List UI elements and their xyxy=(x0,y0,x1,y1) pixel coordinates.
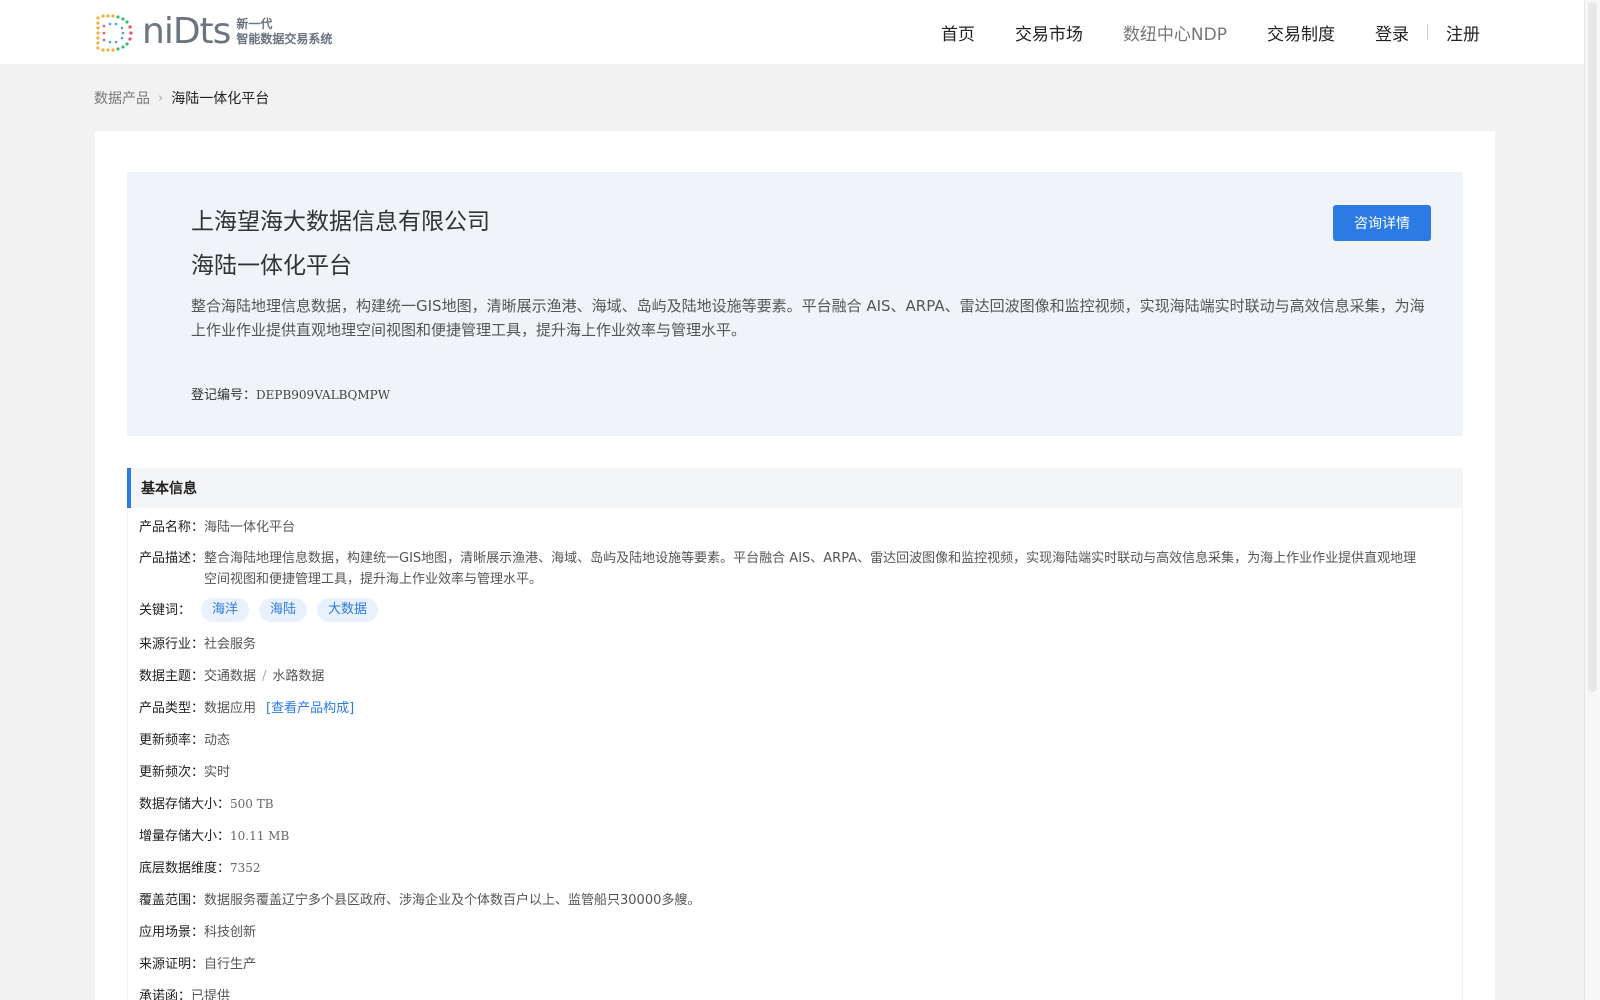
info-value: 科技创新 xyxy=(204,925,257,940)
info-value: 已提供 xyxy=(191,989,231,1000)
info-row-update-times: 更新频次： 实时 xyxy=(139,762,230,783)
info-label: 产品类型： xyxy=(139,701,205,716)
scrollbar-thumb[interactable] xyxy=(1588,2,1597,692)
info-row-source-industry: 来源行业： 社会服务 xyxy=(139,634,256,655)
info-value: 7352 xyxy=(230,861,261,875)
info-row-product-name: 产品名称： 海陆一体化平台 xyxy=(139,517,295,538)
logo-d-mark-icon xyxy=(96,14,133,52)
info-value: 动态 xyxy=(204,733,231,748)
basic-info-header: 基本信息 xyxy=(127,468,1463,508)
nav-ndp-center[interactable]: 数纽中心NDP xyxy=(1123,20,1227,45)
company-name: 上海望海大数据信息有限公司 xyxy=(191,209,490,235)
info-label: 更新频次： xyxy=(139,765,205,780)
info-label: 来源证明： xyxy=(139,957,205,972)
keyword-tag[interactable]: 大数据 xyxy=(317,598,379,622)
vertical-scrollbar[interactable] xyxy=(1584,0,1600,1000)
info-label: 应用场景： xyxy=(139,925,205,940)
info-label: 增量存储大小： xyxy=(139,829,231,844)
info-value: 社会服务 xyxy=(204,637,257,652)
info-value: 10.11 MB xyxy=(230,829,290,843)
info-row-increment-size: 增量存储大小： 10.11 MB xyxy=(139,826,289,847)
product-summary: 整合海陆地理信息数据，构建统一GIS地图，清晰展示渔港、海域、岛屿及陆地设施等要… xyxy=(191,297,1425,339)
info-value: 交通数据 xyxy=(204,669,257,684)
info-value: 整合海陆地理信息数据，构建统一GIS地图，清晰展示渔港、海域、岛屿及陆地设施等要… xyxy=(204,551,1417,587)
nav-trading-rules[interactable]: 交易制度 xyxy=(1267,20,1335,45)
view-product-composition-link[interactable]: [查看产品构成] xyxy=(266,698,354,719)
top-navigation-bar: niDts 新一代 智能数据交易系统 首页 交易市场 数纽中心NDP 交易制度 … xyxy=(0,0,1584,64)
info-label: 来源行业： xyxy=(139,637,205,652)
logo-subtitle-line-1: 新一代 xyxy=(236,17,273,31)
chevron-right-icon: › xyxy=(158,90,164,106)
breadcrumb-data-products[interactable]: 数据产品 xyxy=(94,88,150,108)
info-row-application-scene: 应用场景： 科技创新 xyxy=(139,922,256,943)
info-row-commitment-letter: 承诺函： 已提供 xyxy=(139,986,230,1000)
info-row-product-description: 产品描述： 整合海陆地理信息数据，构建统一GIS地图，清晰展示渔港、海域、岛屿及… xyxy=(139,548,1429,590)
product-hero: 上海望海大数据信息有限公司 海陆一体化平台 整合海陆地理信息数据，构建统一GIS… xyxy=(127,172,1463,436)
info-row-data-dimensions: 底层数据维度： 7352 xyxy=(139,858,261,879)
nav-market[interactable]: 交易市场 xyxy=(1015,20,1083,45)
main-nav: 首页 交易市场 数纽中心NDP 交易制度 登录 注册 xyxy=(901,0,1480,64)
info-label: 底层数据维度： xyxy=(139,861,231,876)
nav-login[interactable]: 登录 xyxy=(1375,20,1409,45)
info-row-source-proof: 来源证明： 自行生产 xyxy=(139,954,256,975)
info-value: 水路数据 xyxy=(272,669,325,684)
info-row-data-topic: 数据主题： 交通数据 / 水路数据 xyxy=(139,666,324,687)
info-label: 更新频率： xyxy=(139,733,205,748)
info-value: 自行生产 xyxy=(204,957,257,972)
consult-details-button[interactable]: 咨询详情 xyxy=(1333,205,1431,241)
section-title: 基本信息 xyxy=(141,481,197,497)
info-row-product-type: 产品类型： 数据应用 [查看产品构成] xyxy=(139,698,354,719)
product-detail-card: 上海望海大数据信息有限公司 海陆一体化平台 整合海陆地理信息数据，构建统一GIS… xyxy=(95,131,1495,1000)
logo-subtitle: 新一代 智能数据交易系统 xyxy=(236,17,332,47)
info-label: 数据存储大小： xyxy=(139,797,231,812)
info-label: 数据主题： xyxy=(139,669,205,684)
nav-divider xyxy=(1427,24,1428,40)
info-row-keywords: 关键词： 海洋 海陆 大数据 xyxy=(139,598,388,622)
info-value: 数据服务覆盖辽宁多个县区政府、涉海企业及个体数百户以上、监管船只30000多艘。 xyxy=(204,893,701,908)
info-label: 关键词： xyxy=(139,602,192,618)
info-label: 产品名称： xyxy=(139,520,205,535)
registration-number-value: DEPB909VALBQMPW xyxy=(256,388,391,402)
logo-wordmark: niDts xyxy=(142,11,231,52)
breadcrumb: 数据产品 › 海陆一体化平台 xyxy=(94,88,269,108)
keyword-tag[interactable]: 海陆 xyxy=(259,598,308,622)
nav-register[interactable]: 注册 xyxy=(1446,20,1480,45)
basic-info-body: 产品名称： 海陆一体化平台 产品描述： 整合海陆地理信息数据，构建统一GIS地图… xyxy=(127,508,1463,1000)
breadcrumb-current: 海陆一体化平台 xyxy=(171,91,270,107)
info-value: 500 TB xyxy=(230,797,274,811)
keyword-tag[interactable]: 海洋 xyxy=(201,598,250,622)
product-title: 海陆一体化平台 xyxy=(191,253,352,279)
registration-number: 登记编号：DEPB909VALBQMPW xyxy=(191,384,390,403)
logo-subtitle-line-2: 智能数据交易系统 xyxy=(236,32,333,46)
nav-home[interactable]: 首页 xyxy=(941,20,975,45)
info-label: 产品描述： xyxy=(139,551,205,566)
site-logo[interactable]: niDts 新一代 智能数据交易系统 xyxy=(94,12,332,52)
info-value: 数据应用 xyxy=(204,701,257,716)
info-value: 海陆一体化平台 xyxy=(204,520,296,535)
info-row-update-frequency: 更新频率： 动态 xyxy=(139,730,230,751)
registration-number-label: 登记编号： xyxy=(191,388,257,403)
info-value: 实时 xyxy=(204,765,231,780)
info-row-coverage: 覆盖范围： 数据服务覆盖辽宁多个县区政府、涉海企业及个体数百户以上、监管船只30… xyxy=(139,890,700,911)
info-label: 承诺函： xyxy=(139,989,192,1000)
info-row-storage-size: 数据存储大小： 500 TB xyxy=(139,794,274,815)
info-label: 覆盖范围： xyxy=(139,893,205,908)
topic-separator: / xyxy=(262,669,267,684)
